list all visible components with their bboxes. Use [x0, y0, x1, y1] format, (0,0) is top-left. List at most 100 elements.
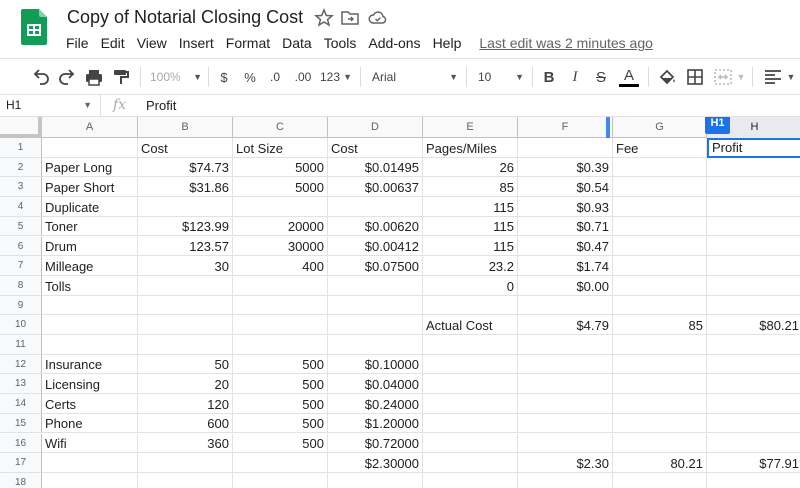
- cell-d17[interactable]: $2.30000: [328, 453, 423, 473]
- cell-a8[interactable]: Tolls: [42, 275, 138, 296]
- text-color-button[interactable]: A: [618, 65, 640, 89]
- cell-f10[interactable]: $4.79: [518, 315, 613, 335]
- cell-b11[interactable]: [138, 335, 233, 355]
- cell-c15[interactable]: 500: [233, 413, 328, 434]
- cell-h6[interactable]: [707, 237, 800, 257]
- cell-d2[interactable]: $0.01495: [328, 157, 423, 178]
- column-header-d[interactable]: D: [328, 117, 423, 138]
- cell-h2[interactable]: [707, 158, 800, 178]
- cell-f18[interactable]: [518, 472, 613, 488]
- redo-icon[interactable]: [56, 65, 78, 89]
- row-header-9[interactable]: 9: [0, 295, 42, 316]
- frozen-column-handle[interactable]: [606, 117, 610, 138]
- row-header-14[interactable]: 14: [0, 394, 42, 414]
- row-header-8[interactable]: 8: [0, 275, 42, 296]
- column-header-g[interactable]: G: [613, 117, 707, 138]
- cell-h5[interactable]: [707, 217, 800, 237]
- row-header-2[interactable]: 2: [0, 157, 42, 178]
- zoom-select[interactable]: 100% ▼: [150, 66, 202, 88]
- cell-c16[interactable]: 500: [233, 433, 328, 454]
- cell-h12[interactable]: [707, 355, 800, 375]
- column-header-e[interactable]: E: [423, 117, 518, 138]
- chevron-down-icon[interactable]: ▼: [786, 65, 796, 89]
- column-header-f[interactable]: F: [518, 117, 613, 138]
- cell-g14[interactable]: [613, 394, 707, 414]
- more-formats-select[interactable]: 123 ▼: [320, 66, 352, 88]
- cell-c18[interactable]: [233, 472, 328, 488]
- cell-g16[interactable]: [613, 433, 707, 454]
- cell-f3[interactable]: $0.54: [518, 177, 613, 198]
- menu-file[interactable]: File: [60, 33, 95, 53]
- cell-b10[interactable]: [138, 315, 233, 335]
- fill-color-icon[interactable]: [656, 65, 678, 89]
- cell-e8[interactable]: 0: [423, 275, 518, 296]
- cell-d14[interactable]: $0.24000: [328, 394, 423, 414]
- undo-icon[interactable]: [30, 65, 52, 89]
- cell-h8[interactable]: [707, 276, 800, 296]
- cell-e9[interactable]: [423, 295, 518, 316]
- cell-e7[interactable]: 23.2: [423, 256, 518, 276]
- cell-f2[interactable]: $0.39: [518, 157, 613, 178]
- cell-c8[interactable]: [233, 275, 328, 296]
- row-header-4[interactable]: 4: [0, 197, 42, 217]
- cell-h9[interactable]: [707, 296, 800, 316]
- menu-help[interactable]: Help: [427, 33, 468, 53]
- row-header-1[interactable]: 1: [0, 138, 42, 158]
- cell-b13[interactable]: 20: [138, 374, 233, 395]
- cell-c6[interactable]: 30000: [233, 236, 328, 257]
- cell-b5[interactable]: $123.99: [138, 216, 233, 237]
- cell-c3[interactable]: 5000: [233, 177, 328, 198]
- name-box[interactable]: H1 ▼: [0, 95, 100, 116]
- cell-g13[interactable]: [613, 374, 707, 395]
- cell-g8[interactable]: [613, 275, 707, 296]
- menu-view[interactable]: View: [131, 33, 173, 53]
- cell-f8[interactable]: $0.00: [518, 275, 613, 296]
- cell-c4[interactable]: [233, 197, 328, 217]
- last-edit-link[interactable]: Last edit was 2 minutes ago: [479, 33, 653, 53]
- cell-h4[interactable]: [707, 197, 800, 217]
- cell-b9[interactable]: [138, 295, 233, 316]
- cell-c12[interactable]: 500: [233, 354, 328, 375]
- cell-g3[interactable]: [613, 177, 707, 198]
- row-header-5[interactable]: 5: [0, 216, 42, 237]
- font-family-select[interactable]: Arial ▼: [372, 66, 458, 88]
- cell-g17[interactable]: 80.21: [613, 453, 707, 473]
- cell-f1[interactable]: [518, 138, 613, 158]
- chevron-down-icon[interactable]: ▼: [736, 65, 746, 89]
- cell-a1[interactable]: [42, 138, 138, 158]
- cell-d11[interactable]: [328, 335, 423, 355]
- move-folder-icon[interactable]: [340, 8, 360, 28]
- cell-a10[interactable]: [42, 315, 138, 335]
- cell-a15[interactable]: Phone: [42, 413, 138, 434]
- cell-g9[interactable]: [613, 295, 707, 316]
- row-header-17[interactable]: 17: [0, 453, 42, 473]
- cell-f7[interactable]: $1.74: [518, 256, 613, 276]
- cell-f4[interactable]: $0.93: [518, 197, 613, 217]
- cell-c9[interactable]: [233, 295, 328, 316]
- cell-a11[interactable]: [42, 335, 138, 355]
- menu-insert[interactable]: Insert: [173, 33, 220, 53]
- paint-format-icon[interactable]: [110, 65, 132, 89]
- cell-d8[interactable]: [328, 275, 423, 296]
- cell-b6[interactable]: 123.57: [138, 236, 233, 257]
- cell-f13[interactable]: [518, 374, 613, 395]
- row-header-6[interactable]: 6: [0, 236, 42, 257]
- cell-g11[interactable]: [613, 335, 707, 355]
- italic-button[interactable]: I: [566, 65, 584, 89]
- cell-e3[interactable]: 85: [423, 177, 518, 198]
- cell-c7[interactable]: 400: [233, 256, 328, 276]
- cell-a14[interactable]: Certs: [42, 394, 138, 414]
- cell-g4[interactable]: [613, 197, 707, 217]
- cell-g5[interactable]: [613, 216, 707, 237]
- menu-addons[interactable]: Add-ons: [362, 33, 426, 53]
- row-header-15[interactable]: 15: [0, 413, 42, 434]
- strikethrough-button[interactable]: S: [592, 65, 610, 89]
- cell-h13[interactable]: [707, 374, 800, 395]
- cell-d7[interactable]: $0.07500: [328, 256, 423, 276]
- star-icon[interactable]: [314, 8, 334, 28]
- cell-a4[interactable]: Duplicate: [42, 197, 138, 217]
- row-header-18[interactable]: 18: [0, 472, 42, 488]
- cell-f12[interactable]: [518, 354, 613, 375]
- cell-d3[interactable]: $0.00637: [328, 177, 423, 198]
- cell-g6[interactable]: [613, 236, 707, 257]
